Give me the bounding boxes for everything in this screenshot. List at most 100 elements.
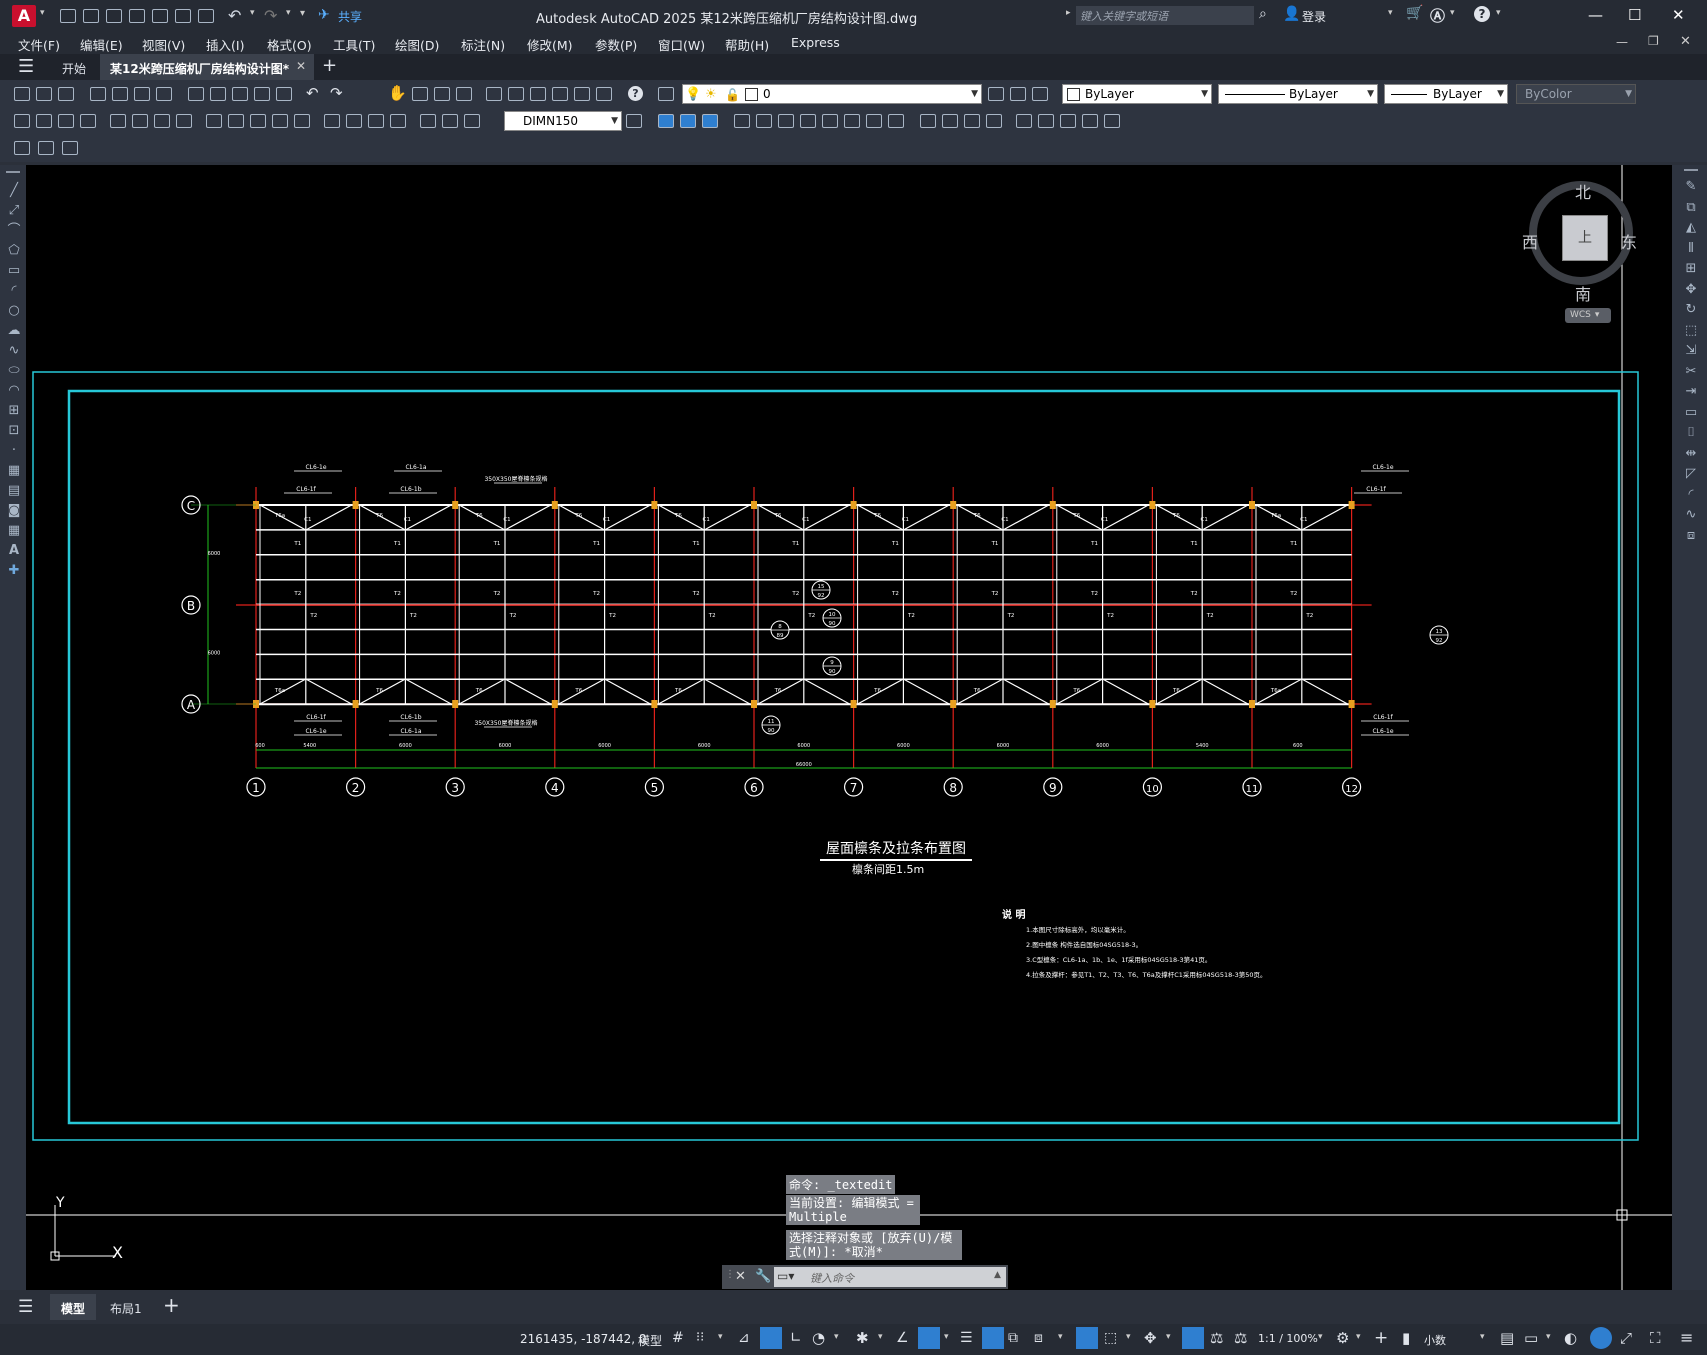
color-dropdown[interactable]: ByLayer ▼ (1062, 84, 1212, 104)
autodesk-app-icon[interactable]: Ⓐ (1430, 5, 1445, 26)
selection-filter-icon[interactable]: ⬚ (1104, 1330, 1117, 1346)
isodraft-dropdown-icon[interactable]: ▾ (878, 1332, 883, 1342)
layer-state-icon[interactable] (1032, 87, 1048, 101)
tab-close-icon[interactable]: ✕ (296, 59, 306, 73)
modify-rotate-icon[interactable] (822, 114, 838, 128)
revolve-icon[interactable] (1038, 114, 1054, 128)
command-close-icon[interactable]: ✕ (735, 1269, 746, 1284)
units-value[interactable]: 小数 (1424, 1332, 1446, 1348)
fullscreen-icon[interactable]: ⛶ (1650, 1329, 1661, 1347)
maximize-window-icon[interactable]: ☐ (1628, 6, 1641, 24)
app-dropdown-icon[interactable]: ▾ (1450, 8, 1455, 18)
extrude-icon[interactable] (1016, 114, 1032, 128)
view-front-icon[interactable] (658, 114, 674, 128)
properties-icon[interactable] (486, 87, 502, 101)
drawing-canvas[interactable]: T6a C1 T1 T2 T2 T6a T6 C1 T1 T2 T2 T6 T6 C1 T1 T2 T2 T6 T6… (26, 165, 1672, 1290)
share-icon[interactable]: ✈ (318, 7, 330, 23)
construction-line-icon[interactable]: ⤢ (6, 201, 22, 221)
user-icon[interactable]: 👤 (1283, 6, 1300, 22)
qsave-icon[interactable] (58, 87, 74, 101)
app-menu-dropdown-icon[interactable]: ▾ (40, 8, 45, 18)
dim-break-icon[interactable] (294, 114, 310, 128)
scale-dropdown-icon[interactable]: ▾ (1318, 1332, 1323, 1342)
search-icon[interactable]: ⌕ (1259, 6, 1267, 22)
dim-aligned-icon[interactable] (36, 114, 52, 128)
edit-text-icon[interactable] (14, 141, 30, 155)
wcs-menu[interactable]: WCS ▾ (1565, 308, 1611, 323)
viewcube-south[interactable]: 南 (1575, 281, 1591, 305)
menu-dimension[interactable]: 标注(N) (461, 35, 505, 54)
modify-erase-icon[interactable] (800, 114, 816, 128)
help-icon[interactable]: ? (1474, 6, 1490, 22)
store-cart-icon[interactable]: 🛒 (1406, 5, 1423, 21)
lock-ui-dropdown-icon[interactable]: ▾ (1546, 1332, 1551, 1342)
line-icon[interactable]: ╱ (6, 181, 22, 201)
modify-copy-icon[interactable] (756, 114, 772, 128)
extend-icon[interactable]: ⇥ (1682, 382, 1700, 403)
inspection-icon[interactable] (368, 114, 384, 128)
dim-diameter-icon[interactable] (154, 114, 170, 128)
command-grip-icon[interactable]: ⋮ (725, 1269, 735, 1280)
region-icon[interactable]: ◙ (6, 501, 22, 521)
menu-window[interactable]: 窗口(W) (658, 35, 705, 54)
modify-scale-icon[interactable] (844, 114, 860, 128)
solid-intersect-icon[interactable] (964, 114, 980, 128)
view-back-icon[interactable] (680, 114, 696, 128)
break-icon[interactable]: ⌷ (1682, 423, 1700, 444)
share-button[interactable]: 共享 (338, 8, 362, 25)
gizmo-dropdown-icon[interactable]: ▾ (1166, 1332, 1171, 1342)
make-block-icon[interactable]: ⊡ (6, 421, 22, 441)
dim-text-edit-icon[interactable] (442, 114, 458, 128)
annotation-monitor-icon[interactable]: + (1374, 1328, 1388, 1348)
plotstyle-dropdown[interactable]: ByColor ▼ (1516, 84, 1636, 104)
open-from-web-icon[interactable] (152, 9, 168, 23)
view-left-icon[interactable] (702, 114, 718, 128)
offset-icon[interactable]: ⫴ (1682, 239, 1700, 260)
menu-modify[interactable]: 修改(M) (527, 35, 573, 54)
login-dropdown-icon[interactable]: ▾ (1388, 8, 1393, 18)
menu-edit[interactable]: 编辑(E) (80, 35, 123, 54)
zoom-previous-icon[interactable] (456, 87, 472, 101)
doc-minimize-icon[interactable]: — (1616, 35, 1628, 49)
modify-array-icon[interactable] (888, 114, 904, 128)
dim-ordinate-icon[interactable] (80, 114, 96, 128)
isodraft-icon[interactable]: ✱ (856, 1329, 869, 1347)
lineweight-toggle-icon[interactable]: ☰ (960, 1330, 973, 1346)
presspull-icon[interactable] (1104, 114, 1120, 128)
selection-filter-dropdown-icon[interactable]: ▾ (1126, 1332, 1131, 1342)
help-dropdown-icon[interactable]: ▾ (1496, 8, 1501, 18)
graphics-performance-icon[interactable] (1590, 1327, 1612, 1349)
insert-block-icon[interactable]: ⊞ (6, 401, 22, 421)
object-snap-icon[interactable] (918, 1327, 940, 1349)
block-editor-icon[interactable] (276, 87, 292, 101)
polar-dropdown-icon[interactable]: ▾ (834, 1332, 839, 1342)
edit-attribute-icon[interactable] (38, 141, 54, 155)
edit-block-icon[interactable] (62, 141, 78, 155)
workspace-dropdown-icon[interactable]: ▾ (1356, 1332, 1361, 1342)
undo-dropdown-icon[interactable]: ▾ (250, 8, 255, 18)
osnap-dropdown-icon[interactable]: ▾ (944, 1332, 949, 1342)
erase-icon[interactable]: ✎ (1682, 177, 1700, 198)
dynamic-input-icon[interactable] (760, 1327, 782, 1349)
menu-view[interactable]: 视图(V) (142, 35, 185, 54)
gizmo-icon[interactable]: ✥ (1144, 1329, 1157, 1347)
move-icon[interactable]: ✥ (1682, 280, 1700, 301)
copy-icon[interactable] (210, 87, 226, 101)
save-to-web-icon[interactable] (175, 9, 191, 23)
search-expand-icon[interactable]: ▸ (1066, 8, 1071, 18)
redo-dropdown-icon[interactable]: ▾ (286, 8, 291, 18)
center-mark-icon[interactable] (346, 114, 362, 128)
dimstyle-dropdown[interactable]: DIMN150 ▼ (504, 111, 622, 131)
zoom-realtime-icon[interactable] (412, 87, 428, 101)
units-icon[interactable]: ▮ (1402, 1329, 1410, 1347)
dim-arc-icon[interactable] (58, 114, 74, 128)
model-space-button[interactable]: 模型 (638, 1332, 662, 1349)
dimstyle-manager-icon[interactable] (626, 114, 642, 128)
tool-palettes-icon[interactable] (530, 87, 546, 101)
chamfer-icon[interactable]: ◸ (1682, 464, 1700, 485)
dim-angular-icon[interactable] (176, 114, 192, 128)
polar-icon[interactable]: ◔ (812, 1329, 825, 1347)
quick-properties-icon[interactable]: ▤ (1500, 1329, 1514, 1347)
ellipse-icon[interactable]: ⬭ (6, 361, 22, 381)
linetype-dropdown[interactable]: ByLayer ▼ (1218, 84, 1378, 104)
